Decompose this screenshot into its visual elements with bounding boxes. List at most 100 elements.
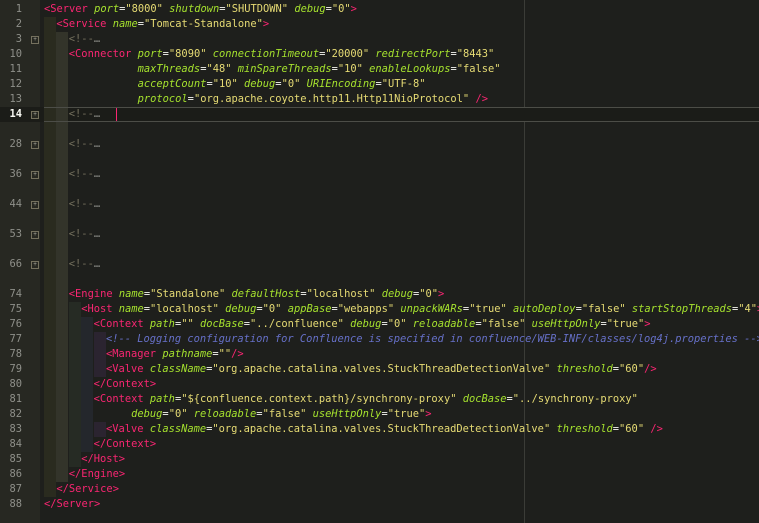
- continuation-indent: [69, 63, 138, 75]
- code-line[interactable]: 11 maxThreads="48" minSpareThreads="10" …: [0, 62, 759, 77]
- token-attr: debug: [350, 318, 382, 330]
- code-line[interactable]: 13 protocol="org.apache.coyote.http11.Ht…: [0, 92, 759, 107]
- indent-guide: [93, 362, 106, 377]
- indent-guide: [44, 467, 56, 482]
- indent-guide: [44, 227, 56, 242]
- code-line[interactable]: 14 + <!--…: [0, 107, 759, 122]
- code-line[interactable]: 36 + <!--…: [0, 167, 759, 182]
- token-attr: debug: [244, 78, 276, 90]
- code-line[interactable]: 2 <Service name="Tomcat-Standalone">: [0, 17, 759, 32]
- code-line[interactable]: 28 + <!--…: [0, 137, 759, 152]
- code-line[interactable]: [0, 212, 759, 227]
- line-code: </Context>: [94, 437, 157, 452]
- indent-guide: [56, 32, 69, 47]
- token-attr: debug: [131, 408, 163, 420]
- token-attr: acceptCount: [137, 78, 207, 90]
- indent-guide: [68, 332, 81, 347]
- token-tag: />: [650, 423, 663, 435]
- token-val: "${confluence.context.path}/synchrony-pr…: [181, 393, 457, 405]
- token-attr: name: [112, 18, 138, 30]
- code-line[interactable]: 83 <Valve className="org.apache.catalina.…: [0, 422, 759, 437]
- line-code: <!--…: [69, 32, 100, 47]
- code-line[interactable]: 75 <Host name="localhost" debug="0" appBa…: [0, 302, 759, 317]
- code-line[interactable]: 77 <!-- Logging configuration for Conflue…: [0, 332, 759, 347]
- token-tag: <Context: [93, 318, 144, 330]
- code-line[interactable]: 87 </Service>: [0, 482, 759, 497]
- line-number: 85: [9, 453, 22, 465]
- token-val: "8090": [168, 48, 207, 60]
- code-line[interactable]: 74 <Engine name="Standalone" defaultHost=…: [0, 287, 759, 302]
- line-code: <!-- Logging configuration for Confluenc…: [106, 332, 759, 347]
- line-code: </Service>: [56, 482, 119, 497]
- line-code: <!--…: [69, 197, 100, 212]
- code-line[interactable]: 81 <Context path="${confluence.context.pa…: [0, 392, 759, 407]
- fold-expand-icon[interactable]: +: [31, 36, 39, 44]
- code-line[interactable]: 12 acceptCount="10" debug="0" URIEncodin…: [0, 77, 759, 92]
- code-editor[interactable]: 1 <Server port="8000" shutdown="SHUTDOWN"…: [0, 0, 759, 523]
- code-line[interactable]: 10 <Connector port="8090" connectionTimeo…: [0, 47, 759, 62]
- code-line[interactable]: 1 <Server port="8000" shutdown="SHUTDOWN"…: [0, 2, 759, 17]
- code-line[interactable]: 84 </Context>: [0, 437, 759, 452]
- code-line[interactable]: 44 + <!--…: [0, 197, 759, 212]
- fold-expand-icon[interactable]: +: [31, 201, 39, 209]
- code-line[interactable]: [0, 122, 759, 137]
- fold-expand-icon[interactable]: +: [31, 171, 39, 179]
- token-tag: <Context: [93, 393, 144, 405]
- line-number: 10: [9, 48, 22, 60]
- indent-guide: [56, 362, 69, 377]
- code-line[interactable]: 82 debug="0" reloadable="false" useHttpO…: [0, 407, 759, 422]
- text-caret: [115, 108, 117, 121]
- token-tag: />: [644, 363, 657, 375]
- code-line[interactable]: [0, 152, 759, 167]
- indent-guide: [44, 482, 56, 497]
- line-number: 1: [15, 3, 22, 15]
- indent-guide: [56, 212, 69, 227]
- line-number: 36: [9, 168, 22, 180]
- code-line[interactable]: 53 + <!--…: [0, 227, 759, 242]
- code-line[interactable]: 66 + <!--…: [0, 257, 759, 272]
- fold-expand-icon[interactable]: +: [31, 261, 39, 269]
- token-cmt: <!--: [68, 168, 94, 180]
- code-line[interactable]: 76 <Context path="" docBase="../confluenc…: [0, 317, 759, 332]
- token-val: "0": [419, 288, 439, 300]
- code-line[interactable]: 79 <Valve className="org.apache.catalina.…: [0, 362, 759, 377]
- code-line[interactable]: 80 </Context>: [0, 377, 759, 392]
- indent-guide: [56, 182, 69, 197]
- indent-guide: [56, 332, 69, 347]
- fold-expand-icon[interactable]: +: [31, 141, 39, 149]
- fold-expand-icon[interactable]: +: [31, 231, 39, 239]
- token-attr: URIEncoding: [306, 78, 376, 90]
- token-val: "localhost": [306, 288, 376, 300]
- token-attr: minSpareThreads: [237, 63, 332, 75]
- indent-guide: [56, 272, 69, 287]
- code-line[interactable]: 3 + <!--…: [0, 32, 759, 47]
- token-attr: path: [149, 318, 175, 330]
- code-line[interactable]: [0, 242, 759, 257]
- code-line[interactable]: 88 </Server>: [0, 497, 759, 512]
- indent-guide: [44, 92, 56, 107]
- token-tag: <Server: [44, 3, 88, 15]
- code-line[interactable]: 86 </Engine>: [0, 467, 759, 482]
- token-attr: threshold: [556, 363, 613, 375]
- token-val: "false": [456, 63, 501, 75]
- code-line[interactable]: [0, 272, 759, 287]
- token-attr: redirectPort: [375, 48, 451, 60]
- code-line[interactable]: 85 </Host>: [0, 452, 759, 467]
- token-attr: pathname: [162, 348, 213, 360]
- fold-expand-icon[interactable]: +: [31, 111, 39, 119]
- indent-guide: [44, 437, 56, 452]
- token-val: "0": [262, 303, 282, 315]
- token-attr: reloadable: [412, 318, 476, 330]
- line-number: 84: [9, 438, 22, 450]
- indent-guide: [44, 362, 56, 377]
- code-line[interactable]: 78 <Manager pathname=""/>: [0, 347, 759, 362]
- indent-guide: [56, 62, 69, 77]
- token-val: "true": [387, 408, 426, 420]
- indent-guide: [44, 197, 56, 212]
- line-number: 78: [9, 348, 22, 360]
- indent-guide: [56, 302, 69, 317]
- token-attr: maxThreads: [137, 63, 201, 75]
- indent-guide: [68, 392, 81, 407]
- line-number: 81: [9, 393, 22, 405]
- code-line[interactable]: [0, 182, 759, 197]
